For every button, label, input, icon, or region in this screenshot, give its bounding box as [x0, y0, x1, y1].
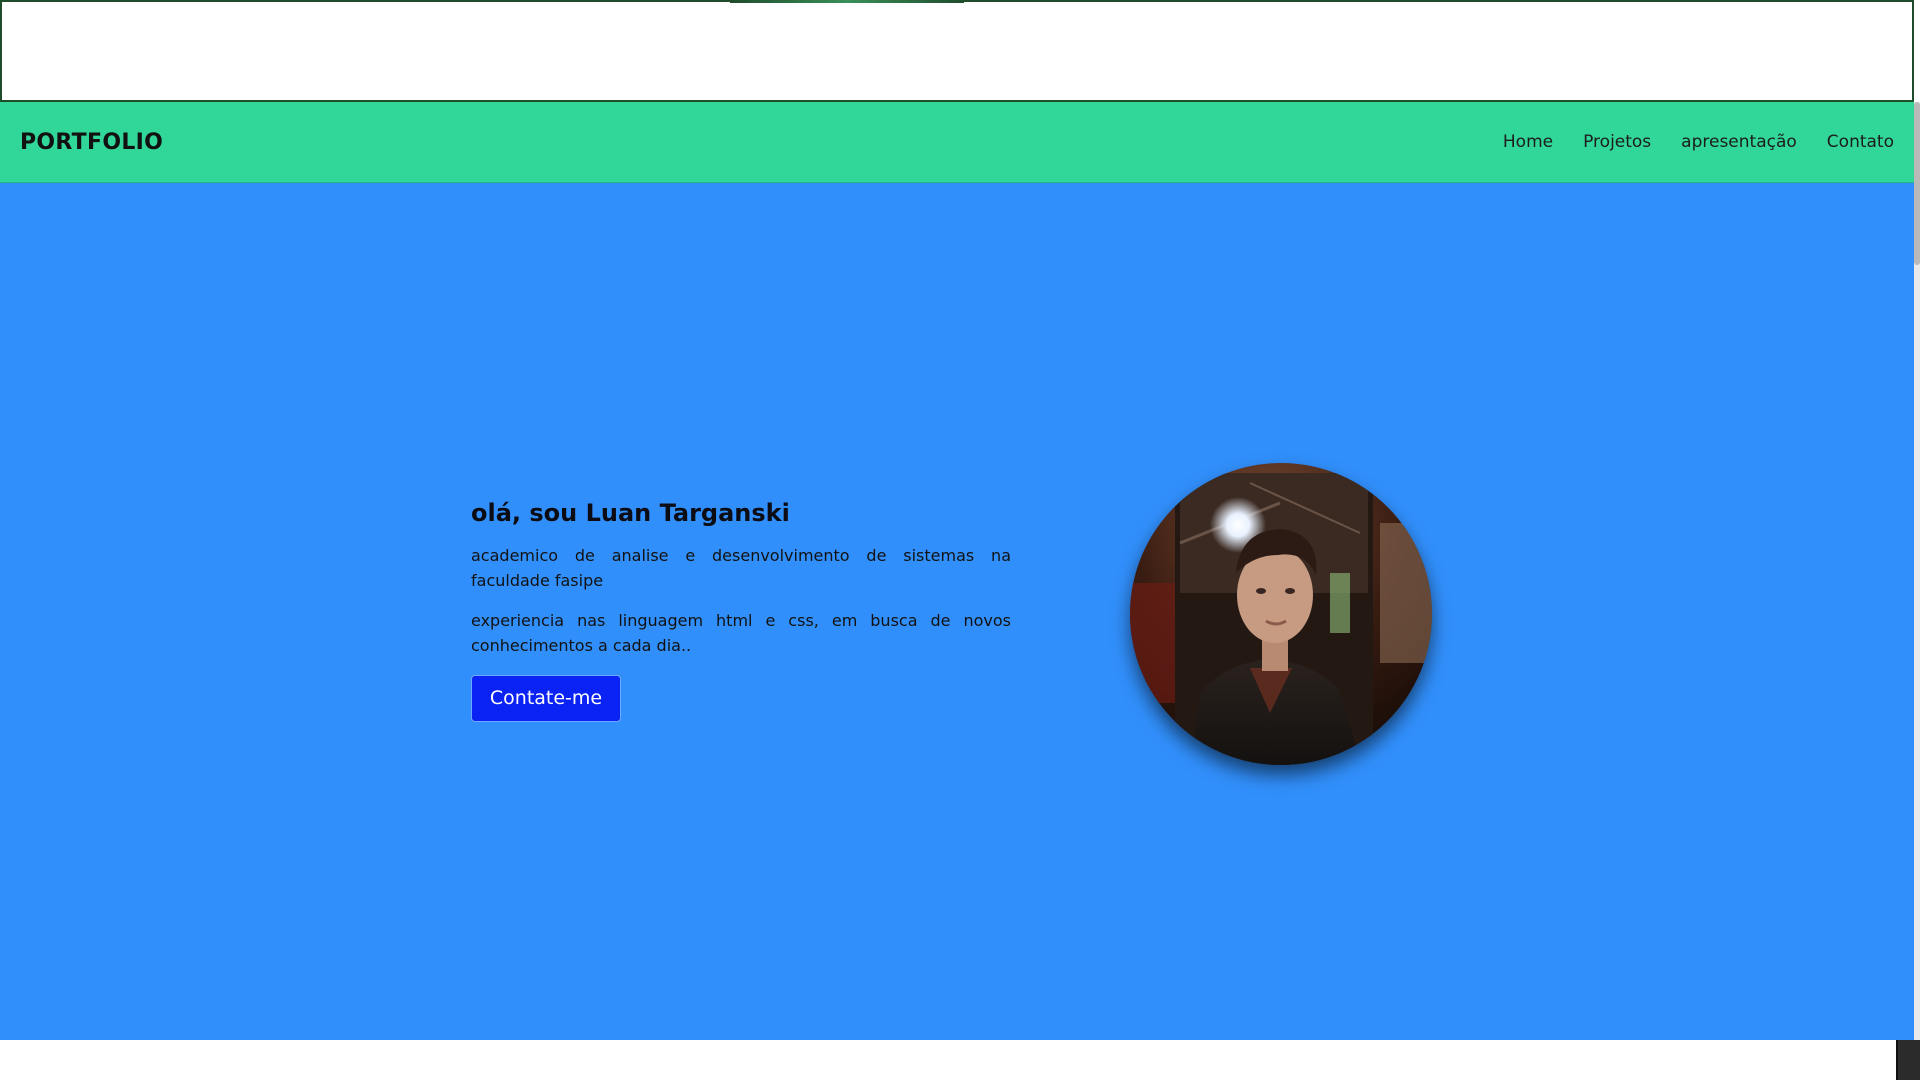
- navbar: PORTFOLIO Home Projetos apresentação Con…: [0, 102, 1914, 183]
- nav-link-contato[interactable]: Contato: [1827, 132, 1894, 152]
- contact-button[interactable]: Contate-me: [471, 675, 621, 722]
- corner-widget: [1896, 1040, 1920, 1080]
- portrait-photo-icon: [1130, 463, 1432, 765]
- nav-link-home[interactable]: Home: [1503, 132, 1553, 152]
- scrollbar-thumb[interactable]: [1914, 102, 1920, 265]
- nav-links: Home Projetos apresentação Contato: [1503, 132, 1894, 152]
- browser-viewport: PORTFOLIO Home Projetos apresentação Con…: [0, 0, 1920, 1080]
- hero-paragraph-2: experiencia nas linguagem html e css, em…: [471, 611, 1011, 655]
- hero-title: olá, sou Luan Targanski: [471, 499, 790, 527]
- frame-highlight: [730, 0, 964, 3]
- hero-section: olá, sou Luan Targanski academico de ana…: [0, 183, 1914, 1040]
- brand-logo[interactable]: PORTFOLIO: [20, 130, 163, 155]
- top-banner-frame: [0, 0, 1914, 102]
- nav-link-apresentacao[interactable]: apresentação: [1681, 132, 1797, 152]
- hero-paragraph-1: academico de analise e desenvolvimento d…: [471, 546, 1011, 590]
- hero-text: olá, sou Luan Targanski academico de ana…: [471, 499, 1011, 722]
- nav-link-projetos[interactable]: Projetos: [1583, 132, 1651, 152]
- profile-photo: [1130, 463, 1432, 765]
